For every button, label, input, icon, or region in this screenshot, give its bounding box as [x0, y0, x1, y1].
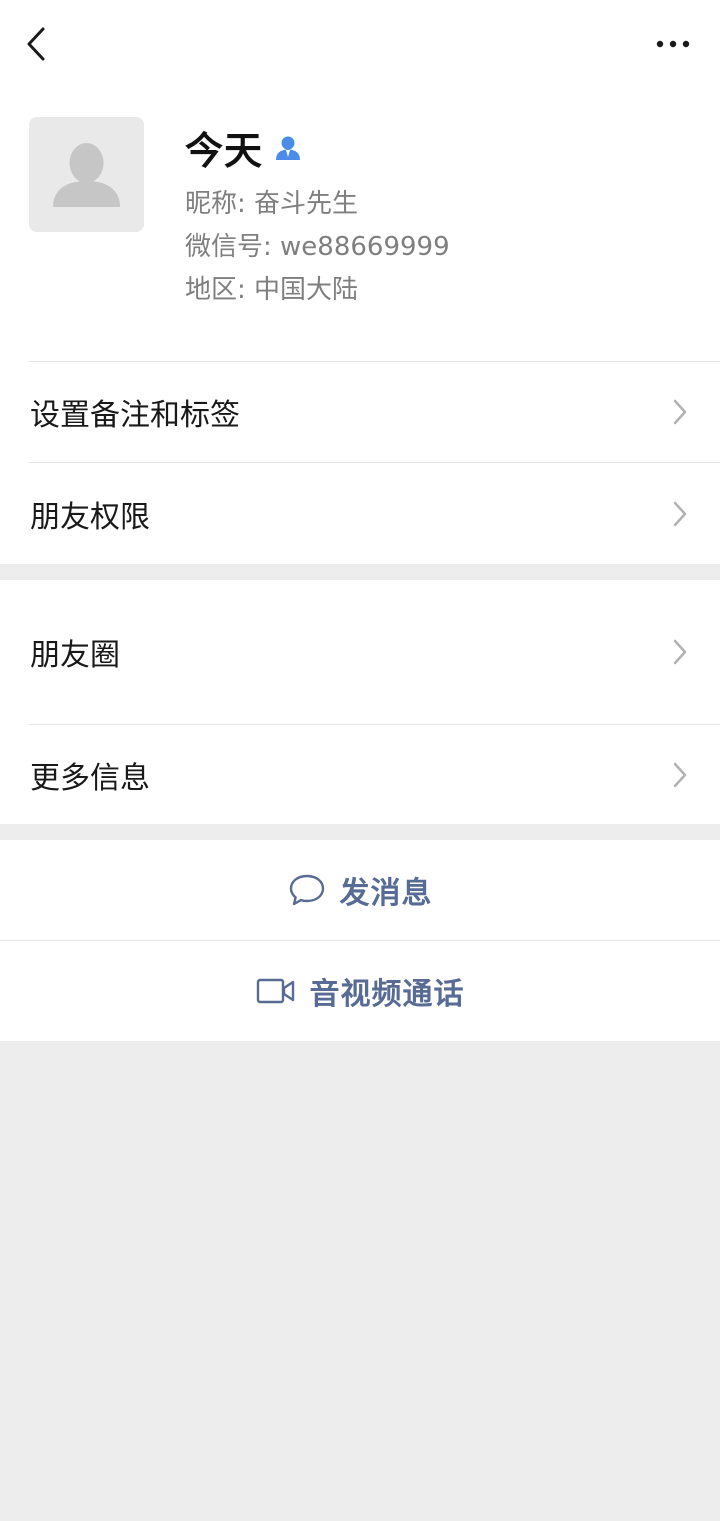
chevron-right-icon	[670, 499, 690, 529]
friend-permission-label: 朋友权限	[30, 499, 150, 535]
profile-name-row: 今天	[185, 120, 303, 175]
chevron-right-icon	[670, 397, 690, 427]
nickname-line: 昵称: 奋斗先生	[185, 183, 358, 220]
avatar[interactable]	[29, 117, 144, 232]
more-button[interactable]	[648, 22, 698, 66]
profile-name: 今天	[185, 129, 264, 173]
wechat-id-line[interactable]: 微信号: we88669999	[185, 226, 450, 263]
remark-tags-label: 设置备注和标签	[30, 398, 240, 433]
chevron-right-icon	[670, 637, 690, 667]
more-info-label: 更多信息	[30, 760, 150, 796]
region-label: 地区:	[185, 275, 246, 305]
remark-tags-row[interactable]: 设置备注和标签	[0, 362, 720, 462]
send-message-label: 发消息	[339, 876, 433, 911]
video-call-button[interactable]: 音视频通话	[0, 941, 720, 1041]
friend-permission-row[interactable]: 朋友权限	[0, 463, 720, 564]
video-call-label: 音视频通话	[309, 977, 465, 1012]
region-value: 中国大陆	[254, 275, 359, 305]
more-info-row[interactable]: 更多信息	[0, 725, 720, 824]
chevron-right-icon	[670, 760, 690, 790]
chevron-left-icon	[27, 27, 45, 61]
contact-profile-page: 今天 昵称: 奋斗先生 微信号: we88669999 地区: 中国大陆 设置备…	[0, 0, 720, 1521]
moments-label: 朋友圈	[30, 638, 120, 673]
more-dots-icon	[656, 40, 690, 48]
wechat-id-label: 微信号:	[185, 232, 272, 262]
nickname-value: 奋斗先生	[254, 189, 359, 219]
chat-bubble-icon	[289, 874, 324, 906]
moments-section: 朋友圈 更多信息	[0, 580, 720, 824]
profile-header-section: 今天 昵称: 奋斗先生 微信号: we88669999 地区: 中国大陆 设置备…	[0, 0, 720, 564]
send-message-button[interactable]: 发消息	[0, 840, 720, 940]
nickname-label: 昵称:	[185, 189, 246, 219]
region-line: 地区: 中国大陆	[185, 269, 358, 306]
moments-row[interactable]: 朋友圈	[0, 580, 720, 724]
default-avatar-icon	[29, 117, 144, 232]
back-button[interactable]	[14, 22, 58, 66]
video-camera-icon	[256, 978, 294, 1004]
wechat-id-value[interactable]: we88669999	[280, 232, 450, 262]
contact-badge-icon	[276, 136, 301, 160]
